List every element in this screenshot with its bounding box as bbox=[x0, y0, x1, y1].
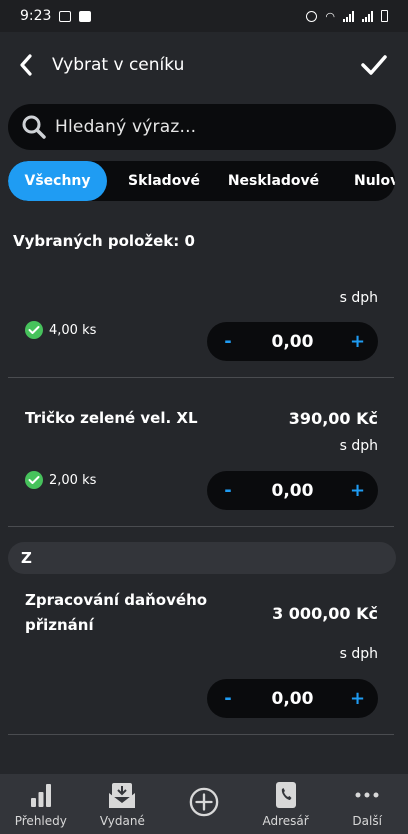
nav-adresar[interactable]: Adresář bbox=[246, 780, 326, 828]
nav-label: Další bbox=[352, 814, 382, 828]
confirm-button[interactable] bbox=[360, 50, 388, 80]
alarm-icon bbox=[306, 10, 318, 22]
search-icon bbox=[22, 115, 46, 139]
chart-icon bbox=[26, 780, 56, 810]
more-icon bbox=[352, 780, 382, 810]
add-circle-icon bbox=[189, 787, 219, 817]
invoice-icon bbox=[107, 780, 137, 810]
divider bbox=[8, 734, 394, 735]
item-vat-label: s dph bbox=[339, 290, 378, 306]
chevron-left-icon bbox=[20, 54, 32, 76]
tab-nulove[interactable]: Nulov bbox=[326, 161, 395, 201]
stock-indicator: 4,00 ks bbox=[25, 321, 96, 339]
nav-label: Adresář bbox=[262, 814, 309, 828]
filter-tabs: Všechny Skladové Neskladové Nulov bbox=[8, 161, 395, 201]
decrease-button[interactable]: - bbox=[221, 480, 235, 501]
page-title: Vybrat v ceníku bbox=[52, 55, 185, 75]
signal-icon bbox=[343, 10, 354, 22]
decrease-button[interactable]: - bbox=[221, 688, 235, 709]
tab-vsechny[interactable]: Všechny bbox=[8, 161, 107, 201]
in-stock-check-icon bbox=[25, 471, 43, 489]
list-item[interactable]: Zpracování daňového přiznání 3 000,00 Kč… bbox=[0, 574, 408, 734]
battery-icon bbox=[381, 10, 388, 22]
nav-label: Přehledy bbox=[14, 814, 67, 828]
search-placeholder: Hledaný výraz... bbox=[55, 117, 197, 137]
list-item[interactable]: s dph 4,00 ks - 0,00 + bbox=[0, 262, 408, 377]
quantity-stepper: - 0,00 + bbox=[207, 322, 378, 361]
status-bar: 9:23 ◠ bbox=[0, 0, 408, 32]
back-button[interactable] bbox=[12, 50, 40, 80]
nav-label: Vydané bbox=[99, 814, 145, 828]
selected-count: Vybraných položek: 0 bbox=[13, 232, 195, 250]
quantity-value[interactable]: 0,00 bbox=[272, 689, 314, 709]
decrease-button[interactable]: - bbox=[221, 331, 235, 352]
status-time: 9:23 bbox=[20, 8, 52, 24]
item-vat-label: s dph bbox=[339, 438, 378, 454]
bottom-navigation: Přehledy Vydané Adresář Další bbox=[0, 774, 408, 834]
list-item[interactable]: Tričko zelené vel. XL 390,00 Kč s dph 2,… bbox=[0, 378, 408, 526]
wifi-icon: ◠ bbox=[325, 9, 335, 23]
stock-quantity: 4,00 ks bbox=[49, 322, 97, 338]
increase-button[interactable]: + bbox=[350, 688, 365, 709]
increase-button[interactable]: + bbox=[350, 331, 365, 352]
increase-button[interactable]: + bbox=[350, 480, 365, 501]
nav-vydane[interactable]: Vydané bbox=[82, 780, 162, 828]
quantity-value[interactable]: 0,00 bbox=[272, 332, 314, 352]
contacts-icon bbox=[271, 780, 301, 810]
item-name: Tričko zelené vel. XL bbox=[25, 409, 198, 427]
stock-quantity: 2,00 ks bbox=[49, 472, 97, 488]
nav-prehledy[interactable]: Přehledy bbox=[1, 780, 81, 828]
tab-neskladove[interactable]: Neskladové bbox=[221, 161, 326, 201]
nav-dalsi[interactable]: Další bbox=[327, 780, 407, 828]
signal-icon-2 bbox=[362, 10, 373, 22]
check-notification-icon bbox=[79, 10, 92, 22]
item-price: 390,00 Kč bbox=[288, 409, 378, 428]
price-list: s dph 4,00 ks - 0,00 + Tričko zelené vel… bbox=[0, 262, 408, 774]
in-stock-check-icon bbox=[25, 321, 43, 339]
item-price: 3 000,00 Kč bbox=[272, 604, 378, 623]
quantity-stepper: - 0,00 + bbox=[207, 471, 378, 510]
item-name: Zpracování daňového přiznání bbox=[25, 591, 208, 634]
quantity-stepper: - 0,00 + bbox=[207, 679, 378, 718]
section-header: Z bbox=[8, 542, 396, 574]
tab-skladove[interactable]: Skladové bbox=[107, 161, 221, 201]
nav-add[interactable] bbox=[164, 787, 244, 821]
divider bbox=[8, 526, 394, 527]
item-vat-label: s dph bbox=[339, 646, 378, 662]
image-notification-icon bbox=[59, 10, 72, 22]
stock-indicator: 2,00 ks bbox=[25, 471, 96, 489]
app-header: Vybrat v ceníku bbox=[0, 32, 408, 98]
checkmark-icon bbox=[361, 55, 387, 75]
search-input[interactable]: Hledaný výraz... bbox=[8, 104, 396, 150]
quantity-value[interactable]: 0,00 bbox=[272, 481, 314, 501]
